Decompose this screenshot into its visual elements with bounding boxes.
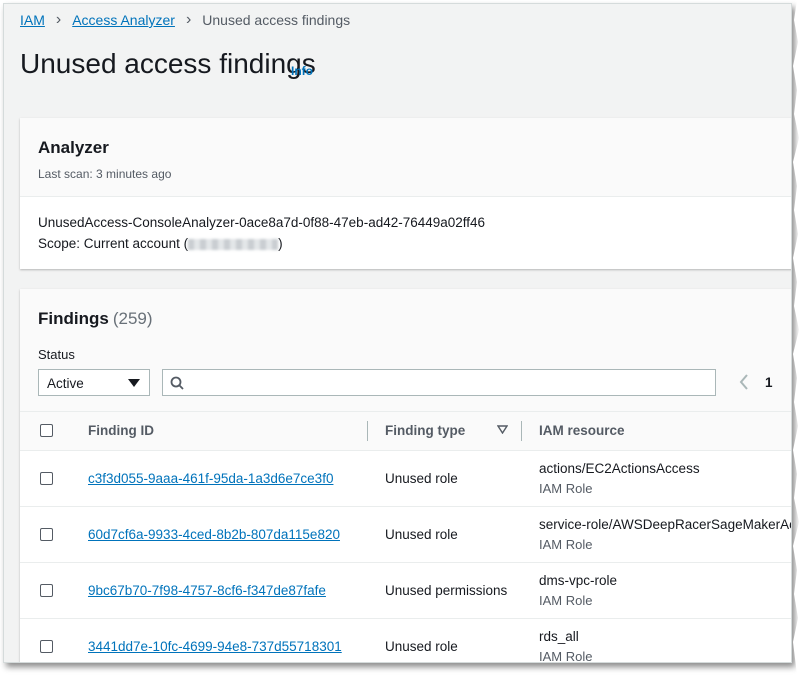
breadcrumb: IAM › Access Analyzer › Unused access fi… <box>20 11 351 29</box>
findings-heading: Findings (259) <box>38 309 153 329</box>
iam-resource-name: dms-vpc-role <box>539 573 618 588</box>
status-select[interactable]: Active <box>38 369 150 396</box>
info-link[interactable]: Info <box>291 64 313 78</box>
row-checkbox[interactable] <box>40 528 53 541</box>
findings-heading-label: Findings <box>38 309 109 328</box>
search-input[interactable] <box>162 369 716 396</box>
table-row: 9bc67b70-7f98-4757-8cf6-f347de87fafe Unu… <box>20 562 791 619</box>
status-label: Status <box>38 347 75 362</box>
caret-down-icon <box>128 379 140 387</box>
search-icon <box>170 376 184 390</box>
chevron-right-icon: › <box>55 11 62 28</box>
breadcrumb-link-access-analyzer[interactable]: Access Analyzer <box>72 12 175 28</box>
scope-prefix: Scope: Current account ( <box>38 236 189 251</box>
iam-resource-name: actions/EC2ActionsAccess <box>539 461 700 476</box>
column-header-finding-id[interactable]: Finding ID <box>88 423 154 438</box>
row-checkbox[interactable] <box>40 640 53 653</box>
row-checkbox[interactable] <box>40 584 53 597</box>
iam-resource-type: IAM Role <box>539 593 593 608</box>
torn-edge <box>793 0 805 675</box>
row-checkbox[interactable] <box>40 472 53 485</box>
column-divider[interactable] <box>521 421 522 441</box>
finding-id-link[interactable]: 3441dd7e-10fc-4699-94e8-737d55718301 <box>88 639 342 654</box>
iam-resource-type: IAM Role <box>539 481 593 496</box>
column-header-finding-type[interactable]: Finding type <box>385 423 465 438</box>
findings-panel: Findings (259) Status Active 1 Finding ID… <box>20 289 791 663</box>
finding-id-link[interactable]: 9bc67b70-7f98-4757-8cf6-f347de87fafe <box>88 583 326 598</box>
finding-id-link[interactable]: 60d7cf6a-9933-4ced-8b2b-807da115e820 <box>88 527 340 542</box>
iam-resource-name: service-role/AWSDeepRacerSageMakerAccess <box>539 517 791 532</box>
select-all-checkbox[interactable] <box>40 424 53 437</box>
chevron-left-icon[interactable] <box>737 373 751 391</box>
breadcrumb-link-iam[interactable]: IAM <box>20 12 45 28</box>
analyzer-scope: Scope: Current account () <box>38 236 283 251</box>
status-select-value: Active <box>47 376 84 391</box>
redacted-account-id <box>188 238 279 250</box>
scope-suffix: ) <box>278 236 283 251</box>
table-row: c3f3d055-9aaa-461f-95da-1a3d6e7ce3f0 Unu… <box>20 450 791 507</box>
analyzer-name: UnusedAccess-ConsoleAnalyzer-0ace8a7d-0f… <box>38 215 486 230</box>
column-header-iam-resource[interactable]: IAM resource <box>539 423 625 438</box>
column-divider[interactable] <box>367 421 368 441</box>
findings-count: (259) <box>112 309 153 328</box>
finding-type: Unused role <box>385 639 458 654</box>
chevron-right-icon: › <box>185 11 192 28</box>
pagination-page-1[interactable]: 1 <box>765 375 773 390</box>
last-scan-text: Last scan: 3 minutes ago <box>38 167 172 181</box>
page-title: Unused access findings <box>20 48 316 79</box>
finding-type: Unused role <box>385 471 458 486</box>
analyzer-heading: Analyzer <box>38 138 109 157</box>
breadcrumb-current: Unused access findings <box>202 12 351 28</box>
analyzer-panel-header: Analyzer Last scan: 3 minutes ago <box>20 118 791 197</box>
finding-type: Unused role <box>385 527 458 542</box>
analyzer-panel: Analyzer Last scan: 3 minutes ago Unused… <box>20 118 791 269</box>
table-row: 60d7cf6a-9933-4ced-8b2b-807da115e820 Unu… <box>20 506 791 563</box>
sort-filter-icon[interactable] <box>497 425 508 434</box>
findings-panel-header: Findings (259) Status Active 1 <box>20 289 791 411</box>
iam-resource-type: IAM Role <box>539 649 593 663</box>
finding-id-link[interactable]: c3f3d055-9aaa-461f-95da-1a3d6e7ce3f0 <box>88 471 333 486</box>
table-row: 3441dd7e-10fc-4699-94e8-737d55718301 Unu… <box>20 618 791 663</box>
console-window: IAM › Access Analyzer › Unused access fi… <box>3 3 792 663</box>
finding-type: Unused permissions <box>385 583 508 598</box>
table-header: Finding ID Finding type IAM resource <box>20 411 791 451</box>
iam-resource-name: rds_all <box>539 629 579 644</box>
iam-resource-type: IAM Role <box>539 537 593 552</box>
